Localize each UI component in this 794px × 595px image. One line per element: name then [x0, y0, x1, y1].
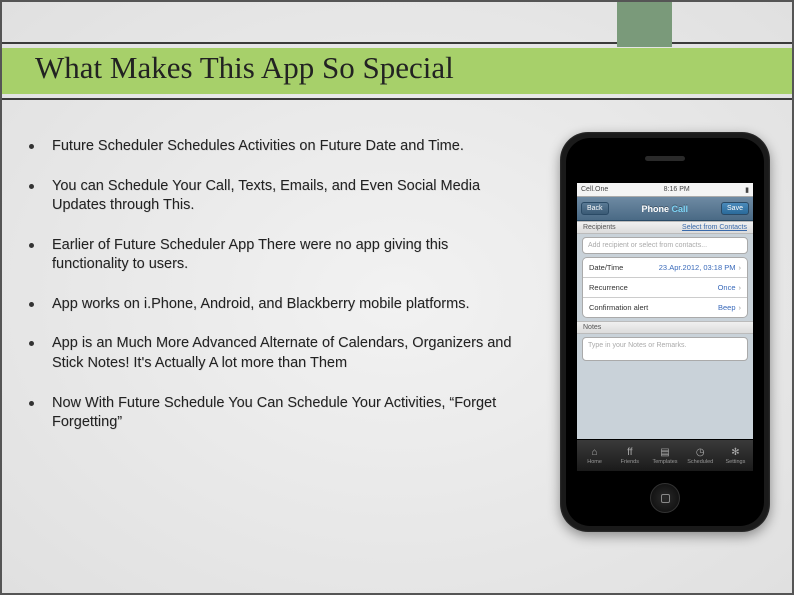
templates-icon: ▤	[659, 447, 672, 458]
bullet-text: Future Scheduler Schedules Activities on…	[52, 137, 527, 157]
battery-icon: ▮	[745, 186, 749, 194]
slide-title: What Makes This App So Special	[35, 50, 454, 86]
phone-mockup: Cell.One 8:16 PM ▮ Back Phone Call Save …	[560, 132, 770, 532]
datetime-value: 23.Apr.2012, 03:18 PM	[659, 263, 736, 272]
recurrence-row[interactable]: Recurrence Once›	[583, 278, 747, 298]
tab-friends[interactable]: ff Friends	[612, 440, 647, 471]
confirmation-value: Beep	[718, 303, 736, 312]
select-contacts-link[interactable]: Select from Contacts	[682, 224, 747, 231]
bullet-icon	[29, 302, 34, 307]
list-item: You can Schedule Your Call, Texts, Email…	[27, 177, 527, 216]
back-button[interactable]: Back	[581, 202, 609, 215]
chevron-right-icon: ›	[739, 263, 742, 272]
chevron-right-icon: ›	[739, 283, 742, 292]
chevron-right-icon: ›	[739, 303, 742, 312]
bullet-text: Now With Future Schedule You Can Schedul…	[52, 394, 527, 433]
list-item: Future Scheduler Schedules Activities on…	[27, 137, 527, 157]
tab-templates[interactable]: ▤ Templates	[647, 440, 682, 471]
nav-title: Phone Call	[642, 204, 689, 214]
recipients-label: Recipients	[583, 224, 616, 231]
friends-icon: ff	[623, 447, 636, 458]
tab-settings[interactable]: ✻ Settings	[718, 440, 753, 471]
phone-screen: Cell.One 8:16 PM ▮ Back Phone Call Save …	[577, 183, 753, 471]
save-button[interactable]: Save	[721, 202, 749, 215]
tab-label: Settings	[725, 459, 745, 465]
nav-title-a: Phone	[642, 204, 670, 214]
nav-bar: Back Phone Call Save	[577, 197, 753, 221]
bullet-icon	[29, 144, 34, 149]
tab-label: Scheduled	[687, 459, 713, 465]
bullet-content: Future Scheduler Schedules Activities on…	[27, 137, 527, 453]
phone-body: Cell.One 8:16 PM ▮ Back Phone Call Save …	[566, 138, 764, 526]
notes-label: Notes	[583, 324, 601, 331]
recurrence-value: Once	[718, 283, 736, 292]
bullet-icon	[29, 401, 34, 406]
home-button[interactable]	[650, 483, 680, 513]
bullet-text: App is an Much More Advanced Alternate o…	[52, 334, 527, 373]
bullet-icon	[29, 341, 34, 346]
tab-label: Home	[587, 459, 602, 465]
list-item: App works on i.Phone, Android, and Black…	[27, 295, 527, 315]
carrier-label: Cell.One	[581, 186, 608, 193]
recurrence-label: Recurrence	[589, 283, 628, 292]
tab-label: Friends	[621, 459, 639, 465]
accent-block	[617, 2, 672, 47]
bullet-icon	[29, 184, 34, 189]
bullet-icon	[29, 243, 34, 248]
list-item: Now With Future Schedule You Can Schedul…	[27, 394, 527, 433]
slide-container: What Makes This App So Special Future Sc…	[0, 0, 794, 595]
bullet-text: Earlier of Future Scheduler App There we…	[52, 236, 527, 275]
home-button-icon	[661, 494, 670, 503]
nav-title-b: Call	[672, 204, 689, 214]
home-icon: ⌂	[588, 447, 601, 458]
recipients-header: Recipients Select from Contacts	[577, 221, 753, 234]
list-item: Earlier of Future Scheduler App There we…	[27, 236, 527, 275]
tab-label: Templates	[652, 459, 677, 465]
settings-list: Date/Time 23.Apr.2012, 03:18 PM› Recurre…	[582, 257, 748, 318]
bullet-list: Future Scheduler Schedules Activities on…	[27, 137, 527, 433]
confirmation-row[interactable]: Confirmation alert Beep›	[583, 298, 747, 317]
phone-speaker	[645, 156, 685, 161]
datetime-row[interactable]: Date/Time 23.Apr.2012, 03:18 PM›	[583, 258, 747, 278]
datetime-label: Date/Time	[589, 263, 623, 272]
gear-icon: ✻	[729, 447, 742, 458]
notes-header: Notes	[577, 321, 753, 334]
bullet-text: App works on i.Phone, Android, and Black…	[52, 295, 527, 315]
clock-label: 8:16 PM	[664, 186, 690, 193]
status-bar: Cell.One 8:16 PM ▮	[577, 183, 753, 197]
notes-input[interactable]: Type in your Notes or Remarks.	[582, 337, 748, 361]
clock-icon: ◷	[694, 447, 707, 458]
list-item: App is an Much More Advanced Alternate o…	[27, 334, 527, 373]
tab-bar: ⌂ Home ff Friends ▤ Templates ◷ Schedule…	[577, 439, 753, 471]
tab-scheduled[interactable]: ◷ Scheduled	[683, 440, 718, 471]
tab-home[interactable]: ⌂ Home	[577, 440, 612, 471]
bullet-text: You can Schedule Your Call, Texts, Email…	[52, 177, 527, 216]
confirmation-label: Confirmation alert	[589, 303, 648, 312]
recipients-input[interactable]: Add recipient or select from contacts...	[582, 237, 748, 254]
